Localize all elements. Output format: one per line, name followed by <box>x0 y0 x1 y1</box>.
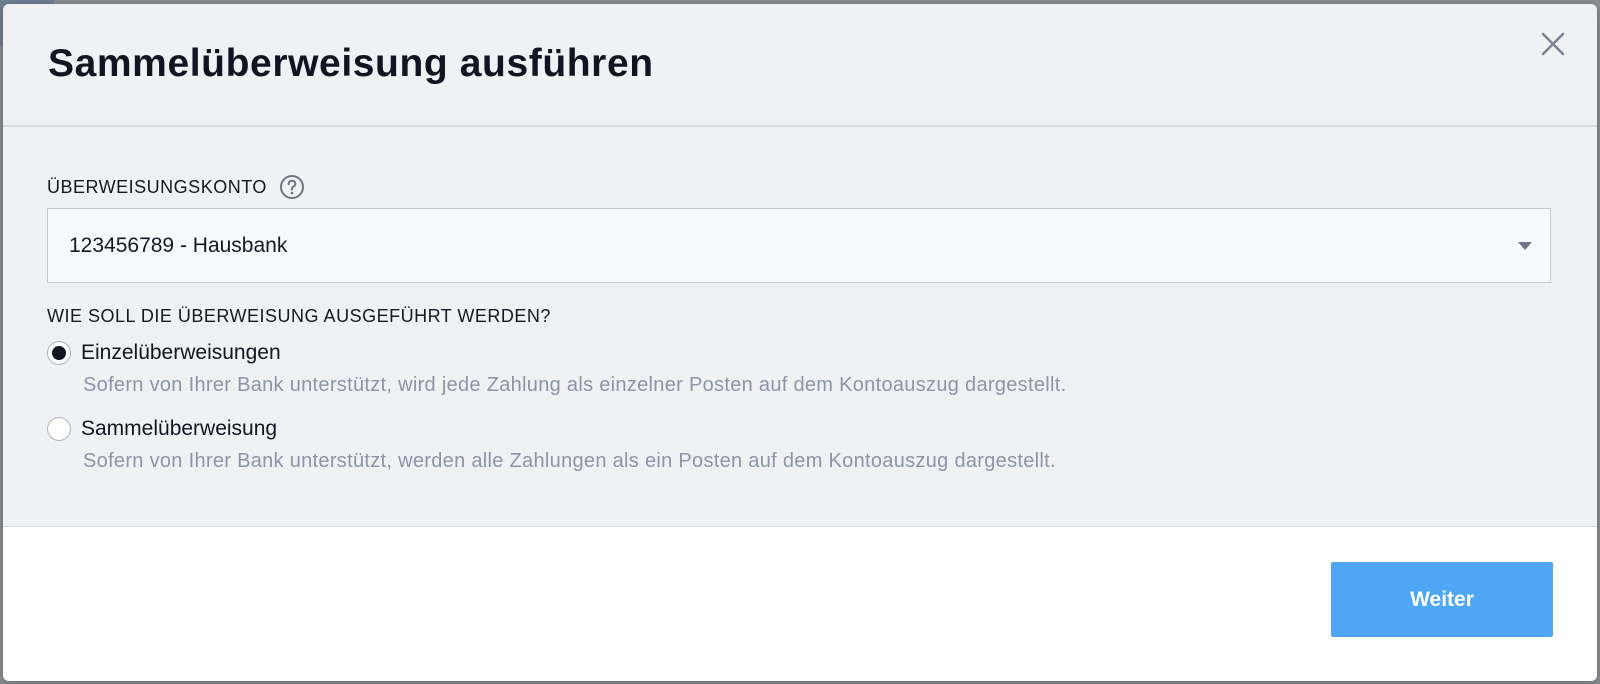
account-field-label: ÜBERWEISUNGSKONTO <box>47 176 267 197</box>
option-single-transfers-row[interactable]: Einzelüberweisungen <box>47 341 1553 365</box>
account-select[interactable]: 123456789 - Hausbank <box>47 208 1551 283</box>
dialog-footer: Weiter <box>3 526 1597 681</box>
option-batch-transfer: Sammelüberweisung Sofern von Ihrer Bank … <box>47 417 1553 473</box>
close-button[interactable] <box>1537 28 1569 60</box>
dialog-title: Sammelüberweisung ausführen <box>48 42 654 85</box>
next-button[interactable]: Weiter <box>1331 562 1553 637</box>
batch-transfer-dialog: Sammelüberweisung ausführen ÜBERWEISUNGS… <box>3 4 1597 681</box>
option-batch-transfer-row[interactable]: Sammelüberweisung <box>47 417 1553 441</box>
dialog-header: Sammelüberweisung ausführen <box>3 4 1597 127</box>
radio-batch-transfer[interactable] <box>47 417 71 441</box>
option-single-transfers: Einzelüberweisungen Sofern von Ihrer Ban… <box>47 341 1553 397</box>
option-single-transfers-description: Sofern von Ihrer Bank unterstützt, wird … <box>83 374 1067 396</box>
dialog-body: ÜBERWEISUNGSKONTO 123456789 - Hausbank W… <box>3 127 1597 525</box>
chevron-down-icon <box>1518 242 1532 250</box>
option-single-transfers-label[interactable]: Einzelüberweisungen <box>81 341 281 365</box>
option-batch-transfer-description: Sofern von Ihrer Bank unterstützt, werde… <box>83 450 1056 472</box>
help-circle-icon[interactable] <box>279 174 305 200</box>
account-select-value: 123456789 - Hausbank <box>69 233 288 257</box>
close-icon <box>1541 32 1565 56</box>
execution-question: WIE SOLL DIE ÜBERWEISUNG AUSGEFÜHRT WERD… <box>47 306 551 326</box>
option-batch-transfer-label[interactable]: Sammelüberweisung <box>81 417 277 441</box>
account-field-label-row: ÜBERWEISUNGSKONTO <box>47 175 1553 199</box>
radio-single-transfers[interactable] <box>47 341 71 365</box>
